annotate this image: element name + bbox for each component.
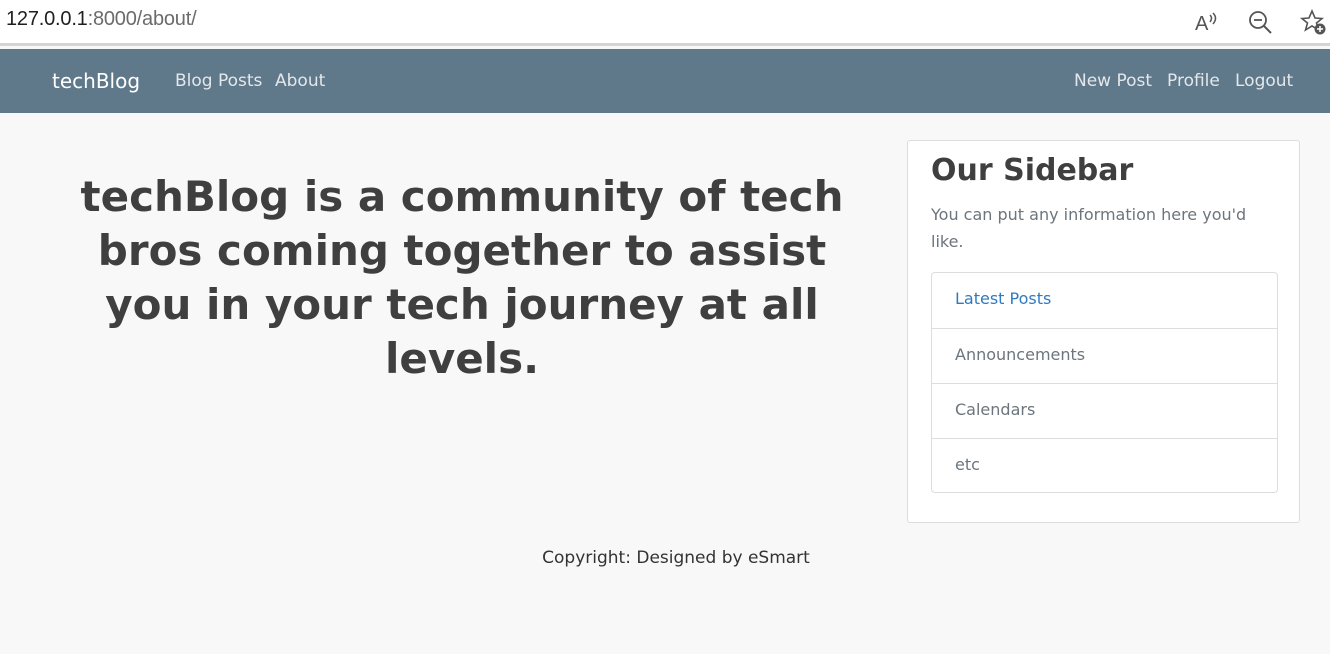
nav-link-new-post[interactable]: New Post [1074,71,1152,91]
url-host: 127.0.0.1 [6,8,88,30]
sidebar-title: Our Sidebar [931,153,1134,188]
zoom-out-icon[interactable] [1246,8,1274,36]
nav-link-profile[interactable]: Profile [1167,71,1220,91]
favorite-add-icon[interactable] [1299,8,1327,36]
read-aloud-icon[interactable]: A [1192,8,1220,36]
sidebar-item-etc[interactable]: etc [932,438,1277,493]
sidebar-item-calendars[interactable]: Calendars [932,383,1277,438]
url-field[interactable]: 127.0.0.1:8000/about/ [6,8,197,31]
nav-link-blog-posts[interactable]: Blog Posts [175,71,262,91]
svg-text:A: A [1195,13,1209,35]
browser-address-bar: 127.0.0.1:8000/about/ A [0,0,1330,46]
sidebar-item-announcements[interactable]: Announcements [932,328,1277,383]
nav-link-logout[interactable]: Logout [1235,71,1293,91]
sidebar-list: Latest Posts Announcements Calendars etc [931,272,1278,493]
sidebar-item-latest-posts[interactable]: Latest Posts [932,273,1277,328]
url-path: :8000/about/ [87,8,197,30]
brand-link[interactable]: techBlog [52,69,140,93]
sidebar-card: Our Sidebar You can put any information … [907,140,1300,523]
nav-link-about[interactable]: About [275,71,325,91]
footer-copyright: Copyright: Designed by eSmart [542,548,810,568]
site-navbar: techBlog Blog Posts About New Post Profi… [0,49,1330,113]
about-headline: techBlog is a community of tech bros com… [80,172,844,383]
sidebar-description: You can put any information here you'd l… [931,205,1247,251]
